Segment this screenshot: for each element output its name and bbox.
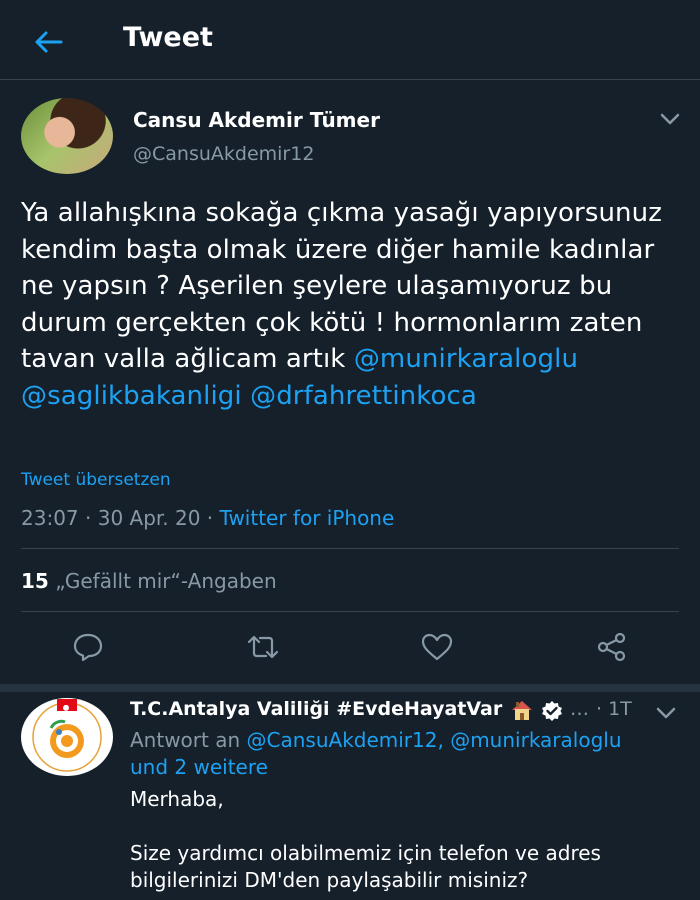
tweet-time: 23:07 bbox=[21, 506, 79, 530]
reply-time: · 1T bbox=[596, 698, 632, 720]
other-mentions-link[interactable]: und 2 weitere bbox=[130, 755, 268, 779]
chevron-down-icon[interactable] bbox=[656, 108, 684, 130]
likes-label: „Gefällt mir“-Angaben bbox=[55, 569, 277, 593]
chevron-down-icon[interactable] bbox=[652, 702, 680, 724]
tweet-meta: 23:07 · 30 Apr. 20 · Twitter for iPhone bbox=[21, 506, 394, 530]
mention-link[interactable]: @saglikbakanligi bbox=[21, 381, 242, 411]
arrow-left-icon bbox=[35, 31, 63, 53]
reply-greeting: Merhaba, bbox=[130, 787, 224, 811]
likes-number: 15 bbox=[21, 569, 49, 593]
reply-text: Merhaba, Size yardımcı olabilmemiz için … bbox=[130, 786, 670, 894]
antalya-governorship-logo bbox=[30, 699, 104, 774]
meta-separator: · bbox=[200, 506, 220, 530]
mention-link[interactable]: @CansuAkdemir12 bbox=[247, 728, 438, 752]
mention-link[interactable]: @munirkaraloglu bbox=[354, 344, 578, 374]
truncation-ellipsis: … bbox=[570, 698, 589, 720]
back-button[interactable] bbox=[30, 24, 66, 60]
like-button[interactable] bbox=[415, 625, 459, 669]
house-emoji-icon bbox=[512, 701, 532, 720]
divider bbox=[21, 611, 679, 612]
translate-link[interactable]: Tweet übersetzen bbox=[21, 470, 171, 490]
mention-link[interactable]: @drfahrettinkoca bbox=[250, 381, 477, 411]
avatar[interactable] bbox=[21, 698, 113, 776]
retweet-button[interactable] bbox=[241, 625, 285, 669]
reply-prefix: Antwort an bbox=[130, 728, 247, 752]
reply-icon bbox=[73, 633, 103, 662]
page-title: Tweet bbox=[123, 22, 213, 53]
section-divider bbox=[0, 684, 700, 692]
mention-link[interactable]: @munirkaraloglu bbox=[450, 728, 621, 752]
like-icon bbox=[421, 633, 453, 661]
tweet-text: Ya allahışkına sokağa çıkma yasağı yapıy… bbox=[21, 195, 691, 415]
meta-separator: · bbox=[78, 506, 98, 530]
share-icon bbox=[597, 632, 626, 662]
avatar[interactable] bbox=[21, 98, 113, 174]
action-bar bbox=[0, 625, 700, 669]
share-button[interactable] bbox=[590, 625, 634, 669]
likes-count[interactable]: 15 „Gefällt mir“-Angaben bbox=[21, 569, 277, 593]
reply-message: Size yardımcı olabilmemiz için telefon v… bbox=[130, 841, 601, 892]
tweet-date: 30 Apr. 20 bbox=[97, 506, 201, 530]
divider bbox=[21, 548, 679, 549]
reply-author-name[interactable]: T.C.Antalya Valiliği #EvdeHayatVar bbox=[130, 698, 502, 720]
tweet-source-link[interactable]: Twitter for iPhone bbox=[220, 506, 395, 530]
author-name[interactable]: Cansu Akdemir Tümer bbox=[133, 108, 380, 132]
reply-button[interactable] bbox=[66, 625, 110, 669]
header-bar: Tweet bbox=[0, 0, 700, 80]
author-handle[interactable]: @CansuAkdemir12 bbox=[133, 143, 314, 165]
replying-to: Antwort an @CansuAkdemir12, @munirkaralo… bbox=[130, 727, 670, 781]
mention-separator: , bbox=[437, 728, 451, 752]
retweet-icon bbox=[247, 635, 279, 659]
verified-badge-icon bbox=[542, 701, 562, 721]
